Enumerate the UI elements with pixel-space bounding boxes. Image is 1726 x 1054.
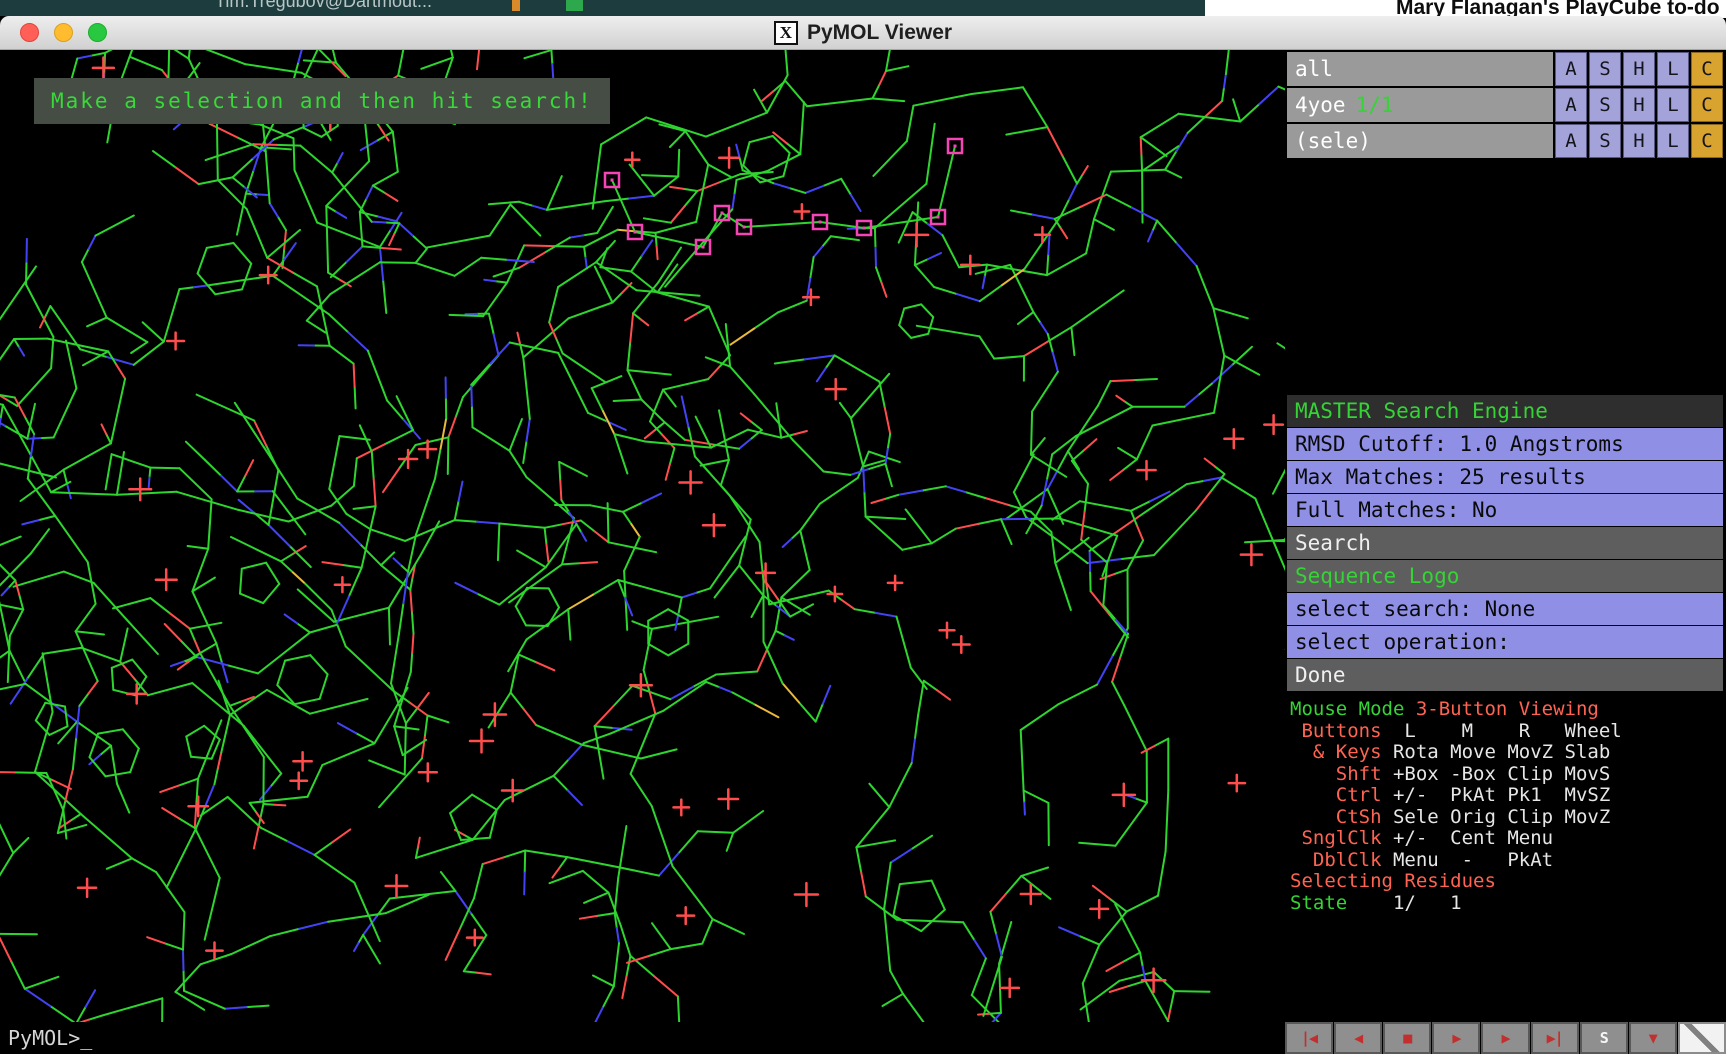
menu-button-c-sele[interactable]: C (1691, 124, 1723, 158)
play-icon: ▶ (1452, 1029, 1460, 1047)
plugin-rmsd-cutoff[interactable]: RMSD Cutoff: 1.0 Angstroms (1287, 428, 1723, 460)
step-forward-icon: ▶ (1501, 1029, 1509, 1047)
menu-button-l-sele[interactable]: L (1657, 124, 1689, 158)
mouse-help-line: Buttons L M R Wheel (1290, 721, 1726, 743)
menu-button-l-all[interactable]: L (1657, 52, 1689, 86)
background-window-left-title: Tim.Tregubov@Dartmout... (215, 0, 432, 12)
skip-end-icon: ▶| (1547, 1029, 1563, 1047)
object-name: 4yoe (1295, 93, 1346, 117)
object-name: (sele) (1295, 129, 1371, 153)
bottom-bar: PyMOL>_ |◀ ◀ ■ ▶ ▶ ▶| S ▼ (0, 1022, 1726, 1054)
menu-button-h-all[interactable]: H (1623, 52, 1655, 86)
object-name: all (1295, 57, 1333, 81)
master-plugin-panel: MASTER Search Engine RMSD Cutoff: 1.0 An… (1287, 395, 1726, 691)
menu-button-s-sele[interactable]: S (1589, 124, 1621, 158)
plugin-done[interactable]: Done (1287, 659, 1723, 691)
plugin-full-matches[interactable]: Full Matches: No (1287, 494, 1723, 526)
plugin-title: MASTER Search Engine (1287, 395, 1723, 427)
mouse-help-line: Selecting Residues (1290, 871, 1726, 893)
background-green-chip (566, 0, 583, 11)
object-row-4yoe: 4yoe 1/1 ASHLC (1287, 88, 1726, 122)
playback-rewind-start[interactable]: |◀ (1285, 1022, 1333, 1054)
window-titlebar[interactable]: X PyMOL Viewer (0, 16, 1726, 50)
playback-scene-s[interactable]: S (1580, 1022, 1628, 1054)
menu-button-s-4yoe[interactable]: S (1589, 88, 1621, 122)
mouse-help-line: Mouse Mode 3-Button Viewing (1290, 699, 1726, 721)
mouse-help-line: DblClk Menu - PkAt (1290, 850, 1726, 872)
mouse-help-line: CtSh Sele Orig Clip MovZ (1290, 807, 1726, 829)
mouse-help-line: SnglClk +/- Cent Menu (1290, 828, 1726, 850)
object-label-sele[interactable]: (sele) (1287, 124, 1553, 158)
menu-button-c-4yoe[interactable]: C (1691, 88, 1723, 122)
mouse-help-line: Ctrl +/- PkAt Pk1 MvSZ (1290, 785, 1726, 807)
scene-s-icon: S (1600, 1029, 1608, 1047)
menu-button-a-all[interactable]: A (1555, 52, 1587, 86)
plugin-sequence-logo[interactable]: Sequence Logo (1287, 560, 1723, 592)
mouse-mode-panel: Mouse Mode 3-Button Viewing Buttons L M … (1287, 699, 1726, 914)
sidebar-spacer (1287, 160, 1726, 395)
pymol-window: Tim.Tregubov@Dartmout... Mary Flanagan's… (0, 0, 1726, 1054)
control-sidebar: allASHLC4yoe1/1ASHLC(sele)ASHLC MASTER S… (1285, 50, 1726, 1022)
background-orange-chip (512, 0, 520, 11)
step-back-icon: ◀ (1354, 1029, 1362, 1047)
rewind-start-icon: |◀ (1301, 1029, 1317, 1047)
object-row-all: all ASHLC (1287, 52, 1726, 86)
playback-stop[interactable]: ■ (1383, 1022, 1431, 1054)
window-title-text: PyMOL Viewer (807, 21, 952, 45)
object-label-4yoe[interactable]: 4yoe 1/1 (1287, 88, 1553, 122)
stop-icon: ■ (1403, 1029, 1411, 1047)
mouse-help-line: & Keys Rota Move MovZ Slab (1290, 742, 1726, 764)
menu-down-icon: ▼ (1649, 1029, 1657, 1047)
object-row-sele: (sele) ASHLC (1287, 124, 1726, 158)
command-line[interactable]: PyMOL>_ (0, 1022, 1285, 1054)
mouse-help-line: State 1/ 1 (1290, 893, 1726, 915)
menu-button-a-4yoe[interactable]: A (1555, 88, 1587, 122)
playback-controls: |◀ ◀ ■ ▶ ▶ ▶| S ▼ (1285, 1022, 1726, 1054)
playback-step-back[interactable]: ◀ (1334, 1022, 1382, 1054)
plugin-select-search[interactable]: select search: None (1287, 593, 1723, 625)
selection-hint-message: Make a selection and then hit search! (34, 78, 610, 124)
object-list: allASHLC4yoe1/1ASHLC(sele)ASHLC (1287, 52, 1726, 158)
playback-menu-down[interactable]: ▼ (1629, 1022, 1677, 1054)
plugin-select-operation[interactable]: select operation: (1287, 626, 1723, 658)
viewport-3d[interactable]: Make a selection and then hit search! (0, 50, 1285, 1022)
menu-button-h-sele[interactable]: H (1623, 124, 1655, 158)
playback-step-forward[interactable]: ▶ (1481, 1022, 1529, 1054)
plugin-search[interactable]: Search (1287, 527, 1723, 559)
object-state-counter: 1/1 (1356, 93, 1394, 117)
menu-button-h-4yoe[interactable]: H (1623, 88, 1655, 122)
command-prompt[interactable]: PyMOL>_ (8, 1026, 92, 1050)
molecule-render (0, 50, 1285, 1022)
menu-button-a-sele[interactable]: A (1555, 124, 1587, 158)
menu-button-l-4yoe[interactable]: L (1657, 88, 1689, 122)
object-label-all[interactable]: all (1287, 52, 1553, 86)
menu-button-c-all[interactable]: C (1691, 52, 1723, 86)
desktop-background: Tim.Tregubov@Dartmout... Mary Flanagan's… (0, 0, 1726, 16)
window-title: X PyMOL Viewer (0, 16, 1726, 49)
x11-icon: X (774, 21, 798, 45)
menu-button-s-all[interactable]: S (1589, 52, 1621, 86)
main-area: Make a selection and then hit search! al… (0, 50, 1726, 1022)
playback-skip-end[interactable]: ▶| (1531, 1022, 1579, 1054)
mouse-help-line: Shft +Box -Box Clip MovS (1290, 764, 1726, 786)
playback-play[interactable]: ▶ (1432, 1022, 1480, 1054)
plugin-max-matches[interactable]: Max Matches: 25 results (1287, 461, 1723, 493)
playback-resize-grip[interactable] (1678, 1022, 1726, 1054)
plugin-rows: RMSD Cutoff: 1.0 AngstromsMax Matches: 2… (1287, 428, 1726, 691)
